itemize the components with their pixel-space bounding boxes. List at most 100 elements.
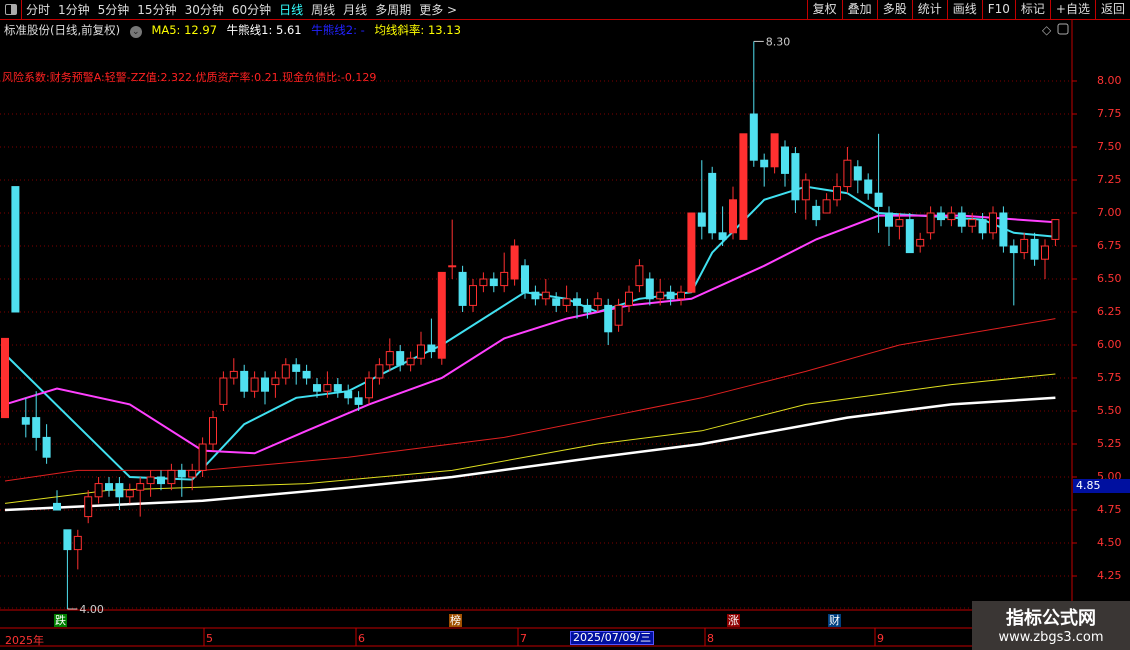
- up-candle: [656, 291, 665, 300]
- down-candle: [583, 304, 592, 313]
- up-candle: [437, 271, 446, 359]
- watermark-url: www.zbgs3.com: [998, 630, 1104, 645]
- price-axis-label: 6.50: [1097, 272, 1122, 285]
- down-candle: [573, 298, 581, 306]
- up-candle: [843, 159, 852, 188]
- down-candle: [1009, 245, 1018, 254]
- watermark-name: 指标公式网: [1006, 608, 1096, 629]
- up-candle: [406, 357, 415, 366]
- up-candle: [479, 278, 488, 287]
- month-label: 9: [877, 632, 884, 645]
- price-axis-label: 7.75: [1097, 107, 1122, 120]
- max-price-label: 8.30: [766, 35, 791, 48]
- price-axis-label: 4.75: [1097, 503, 1122, 516]
- up-candle: [167, 469, 176, 485]
- up-candle: [250, 377, 259, 392]
- down-candle: [812, 205, 821, 221]
- up-candle: [625, 291, 633, 306]
- up-candle: [770, 133, 779, 168]
- down-candle: [313, 384, 321, 392]
- down-candle: [42, 436, 51, 458]
- price-axis-label: 7.00: [1097, 206, 1122, 219]
- price-axis-label: 6.75: [1097, 239, 1122, 252]
- down-candle: [781, 146, 789, 174]
- down-candle: [354, 397, 363, 405]
- event-tag[interactable]: 财: [828, 614, 841, 627]
- up-candle: [385, 351, 394, 366]
- up-candle: [916, 238, 925, 247]
- down-candle: [63, 529, 72, 551]
- down-candle: [905, 219, 914, 254]
- price-axis-label: 4.50: [1097, 536, 1122, 549]
- watermark: 指标公式网 www.zbgs3.com: [972, 601, 1130, 650]
- event-tag[interactable]: 榜: [449, 614, 462, 627]
- down-candle: [604, 304, 613, 333]
- price-axis-label: 6.25: [1097, 305, 1122, 318]
- event-tag[interactable]: 跌: [54, 614, 67, 627]
- down-candle: [32, 417, 41, 438]
- current-price-label: 4.85: [1073, 479, 1130, 493]
- down-candle: [427, 344, 436, 353]
- up-candle: [94, 483, 103, 498]
- down-candle: [396, 351, 405, 366]
- down-candle: [760, 159, 769, 168]
- panel-icon: [1057, 23, 1069, 35]
- up-candle: [448, 265, 457, 268]
- down-candle: [697, 212, 706, 227]
- event-tag[interactable]: 涨: [727, 614, 740, 627]
- down-candle: [489, 278, 498, 287]
- down-candle: [937, 212, 945, 221]
- up-candle: [365, 377, 373, 399]
- up-candle: [136, 483, 145, 491]
- up-candle: [635, 265, 644, 287]
- up-candle: [562, 298, 571, 306]
- down-candle: [531, 291, 540, 300]
- up-candle: [73, 535, 82, 551]
- ma-cyan-line: [4, 185, 1056, 481]
- up-candle: [968, 219, 977, 227]
- down-candle: [853, 166, 862, 181]
- up-candle: [677, 291, 685, 300]
- up-candle: [219, 377, 228, 405]
- down-candle: [874, 192, 883, 207]
- up-candle: [510, 245, 519, 280]
- up-candle: [469, 285, 477, 306]
- month-label: 5: [206, 632, 213, 645]
- down-candle: [864, 179, 873, 194]
- up-candle: [895, 219, 904, 227]
- month-label: 7: [520, 632, 527, 645]
- ma-white-line: [4, 396, 1056, 512]
- up-candle: [687, 212, 696, 293]
- price-axis-label: 5.75: [1097, 371, 1122, 384]
- up-candle: [947, 212, 956, 221]
- down-candle: [105, 483, 113, 491]
- down-candle: [749, 113, 758, 161]
- down-candle: [999, 212, 1008, 247]
- up-candle: [822, 199, 831, 214]
- year-label: 2025年: [5, 634, 44, 647]
- down-candle: [11, 186, 20, 313]
- price-axis-label: 4.25: [1097, 569, 1122, 582]
- up-candle: [125, 489, 134, 498]
- up-candle: [84, 496, 93, 518]
- down-candle: [261, 377, 269, 392]
- candlestick-chart[interactable]: 8.30 4.00 ◇: [0, 0, 1130, 650]
- min-price-label: 4.00: [79, 603, 104, 616]
- down-candle: [552, 298, 561, 306]
- price-axis-label: 6.00: [1097, 338, 1122, 351]
- up-candle: [729, 199, 737, 234]
- down-candle: [302, 370, 311, 379]
- up-candle: [198, 443, 207, 471]
- down-candle: [708, 172, 717, 234]
- up-candle: [1020, 238, 1029, 254]
- down-candle: [53, 502, 61, 511]
- down-candle: [333, 384, 342, 392]
- down-candle: [344, 390, 353, 399]
- down-candle: [521, 265, 529, 293]
- month-label: 6: [358, 632, 365, 645]
- down-candle: [645, 278, 654, 300]
- down-candle: [240, 370, 249, 392]
- diamond-icon[interactable]: ◇: [1042, 23, 1052, 37]
- down-candle: [718, 232, 727, 240]
- up-candle: [500, 271, 509, 287]
